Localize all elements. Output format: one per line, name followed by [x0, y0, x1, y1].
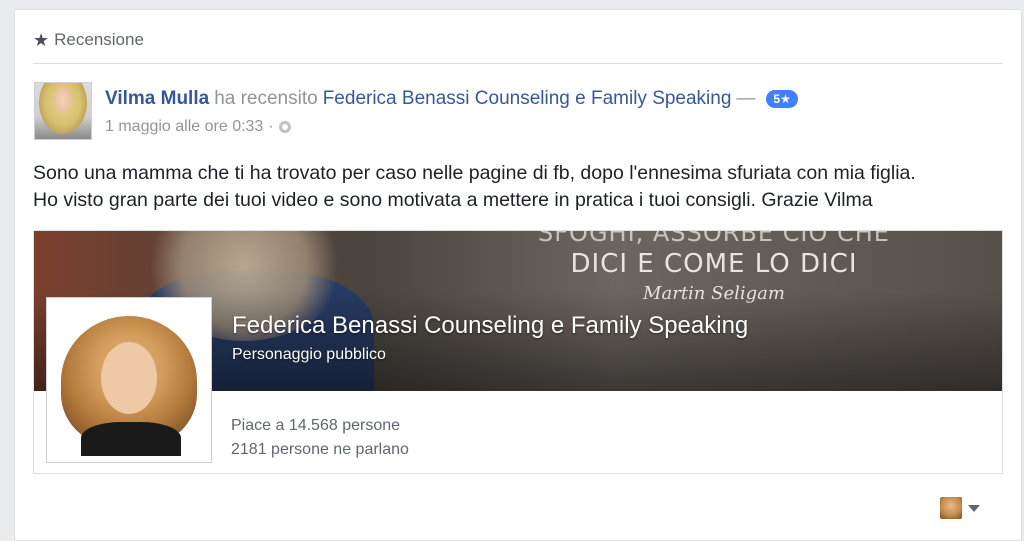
chevron-down-icon[interactable] [968, 504, 980, 512]
timestamp-link[interactable]: 1 maggio alle ore 0:33 [105, 118, 263, 136]
post-meta: 1 maggio alle ore 0:33 · [105, 118, 291, 136]
page-likes-count: Piace a 14.568 persone [231, 417, 401, 434]
meta-dot: · [268, 118, 274, 135]
page-title-link[interactable]: Federica Benassi Counseling e Family Spe… [232, 312, 748, 340]
author-avatar[interactable] [34, 82, 92, 140]
author-name-link[interactable]: Vilma Mulla [105, 88, 209, 110]
post-text: Sono una mamma che ti ha trovato per cas… [33, 160, 1013, 214]
viewer-selector[interactable] [940, 497, 980, 519]
action-text: ha recensito [214, 88, 318, 109]
dash-separator: — [736, 88, 756, 109]
review-post-card: ★ Recensione Vilma Mulla ha recensito Fe… [14, 9, 1022, 541]
reviewed-page-link[interactable]: Federica Benassi Counseling e Family Spe… [323, 88, 732, 110]
review-header-label: Recensione [54, 30, 144, 49]
divider [33, 63, 1003, 64]
page-preview-card[interactable]: SFOGHI, ASSORBE CIÒ CHE DICI E COME LO D… [33, 230, 1003, 474]
page-category: Personaggio pubblico [232, 346, 386, 363]
review-header: ★ Recensione [33, 28, 144, 52]
star-icon: ★ [33, 29, 50, 50]
post-text-line: Ho visto gran parte dei tuoi video e son… [33, 189, 873, 211]
globe-icon[interactable] [278, 121, 291, 133]
rating-badge: 5★ [766, 90, 798, 108]
post-text-line: Sono una mamma che ti ha trovato per cas… [33, 162, 916, 184]
author-line: Vilma Mulla ha recensito Federica Benass… [105, 88, 798, 110]
page-profile-picture[interactable] [46, 297, 212, 463]
page-talking-count: 2181 persone ne parlano [231, 441, 409, 458]
viewer-avatar[interactable] [940, 497, 962, 519]
